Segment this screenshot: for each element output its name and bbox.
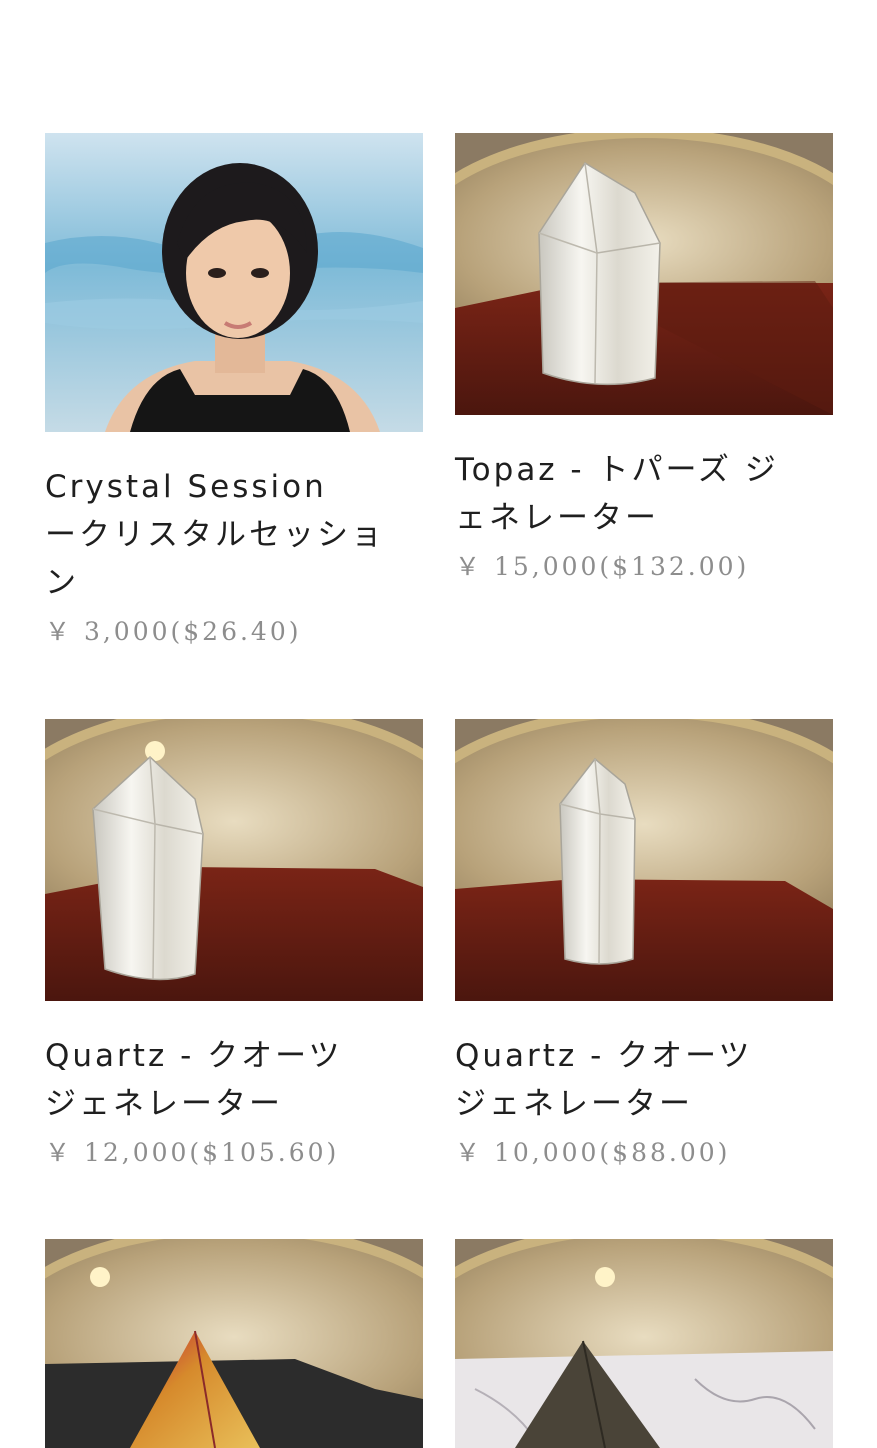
- crystal-point-photo[interactable]: [455, 133, 833, 415]
- crystal-point-photo[interactable]: [455, 719, 833, 1001]
- product-title[interactable]: ジェネレーター: [455, 1080, 833, 1128]
- product-price: ￥ 3,000($26.40): [45, 617, 302, 646]
- product-title[interactable]: Topaz - トパーズ ジ: [455, 446, 833, 494]
- product-price: ￥ 12,000($105.60): [45, 1138, 340, 1167]
- product-title[interactable]: ジェネレーター: [45, 1080, 423, 1128]
- product-card-dark-pyramid[interactable]: [455, 1239, 833, 1448]
- crystal-point-photo[interactable]: [45, 719, 423, 1001]
- product-price: ￥ 10,000($88.00): [455, 1138, 731, 1167]
- product-card-aura-pyramid[interactable]: [45, 1239, 423, 1448]
- product-grid: Crystal Session ークリスタルセッショ ン ￥ 3,000($26…: [0, 0, 877, 1448]
- portrait-photo[interactable]: [45, 133, 423, 432]
- product-title[interactable]: Crystal Session: [45, 463, 423, 511]
- product-card-topaz[interactable]: Topaz - トパーズ ジ ェネレーター ￥ 15,000($132.00): [455, 133, 833, 584]
- product-card-crystal-session[interactable]: Crystal Session ークリスタルセッショ ン ￥ 3,000($26…: [45, 133, 423, 649]
- product-price: ￥ 15,000($132.00): [455, 552, 750, 581]
- product-title[interactable]: ン: [45, 559, 423, 607]
- product-title[interactable]: ークリスタルセッショ: [45, 511, 423, 559]
- product-card-quartz-12000[interactable]: Quartz - クオーツ ジェネレーター ￥ 12,000($105.60): [45, 719, 423, 1170]
- product-title[interactable]: Quartz - クオーツ: [455, 1032, 833, 1080]
- product-card-quartz-10000[interactable]: Quartz - クオーツ ジェネレーター ￥ 10,000($88.00): [455, 719, 833, 1170]
- product-title[interactable]: Quartz - クオーツ: [45, 1032, 423, 1080]
- product-title[interactable]: ェネレーター: [455, 494, 833, 542]
- pyramid-photo[interactable]: [45, 1239, 423, 1448]
- pyramid-photo[interactable]: [455, 1239, 833, 1448]
